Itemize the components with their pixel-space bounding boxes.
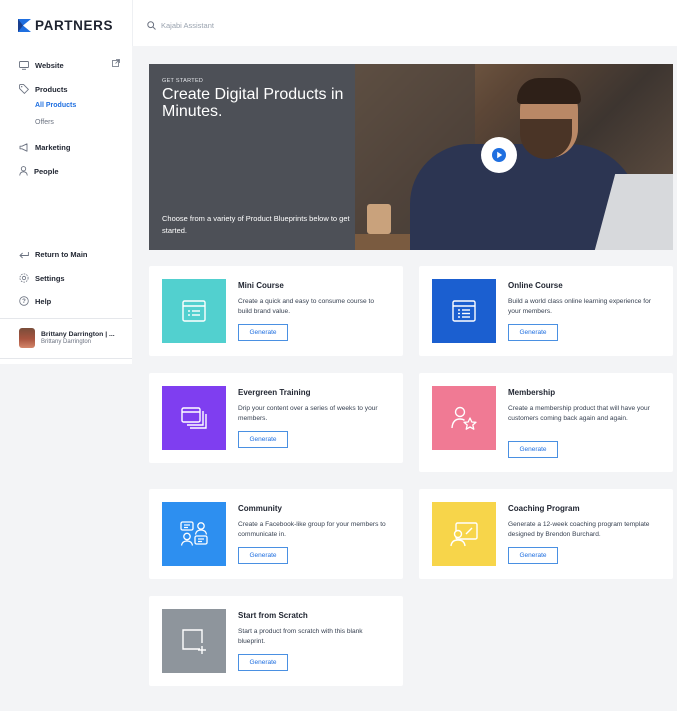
- avatar: [19, 328, 35, 348]
- blueprint-card-community: Community Create a Facebook-like group f…: [149, 489, 403, 579]
- sidebar-item-settings[interactable]: Settings: [19, 273, 65, 283]
- help-icon: ?: [19, 296, 29, 306]
- blueprint-card-online-course: Online Course Build a world class online…: [419, 266, 673, 356]
- blueprint-card-evergreen-training: Evergreen Training Drip your content ove…: [149, 373, 403, 463]
- kajabi-logo-icon: [18, 19, 31, 32]
- hero-title: Create Digital Products in Minutes.: [162, 86, 344, 120]
- card-title: Online Course: [508, 281, 563, 290]
- sidebar-item-label: Help: [35, 296, 52, 306]
- online-course-icon: [432, 279, 496, 343]
- top-bar: Kajabi Assistant: [132, 0, 677, 46]
- logo-text: PARTNERS: [35, 18, 114, 33]
- sidebar-item-help[interactable]: ? Help: [19, 296, 51, 306]
- generate-button[interactable]: Generate: [238, 654, 288, 671]
- evergreen-training-icon: [162, 386, 226, 450]
- generate-button[interactable]: Generate: [508, 324, 558, 341]
- start-from-scratch-icon: [162, 609, 226, 673]
- membership-icon: [432, 386, 496, 450]
- user-subtitle: Brittany Darrington: [41, 339, 92, 345]
- sidebar-item-label: Website: [35, 61, 64, 70]
- search-placeholder: Kajabi Assistant: [161, 21, 214, 30]
- card-title: Community: [238, 504, 282, 513]
- monitor-icon: [19, 61, 29, 70]
- blueprint-card-start-from-scratch: Start from Scratch Start a product from …: [149, 596, 403, 686]
- generate-button[interactable]: Generate: [508, 441, 558, 458]
- hero-eyebrow: GET STARTED: [162, 78, 204, 84]
- card-description: Start a product from scratch with this b…: [238, 628, 363, 645]
- card-description: Drip your content over a series of weeks…: [238, 405, 378, 422]
- sidebar-divider: [0, 358, 132, 359]
- card-title: Start from Scratch: [238, 611, 308, 620]
- sidebar-item-products[interactable]: Products: [19, 84, 68, 94]
- card-title: Mini Course: [238, 281, 284, 290]
- user-name: Brittany Darrington | ...: [41, 331, 115, 338]
- blueprint-card-coaching-program: Coaching Program Generate a 12-week coac…: [419, 489, 673, 579]
- sidebar-item-all-products[interactable]: All Products: [35, 102, 76, 109]
- return-to-main-link[interactable]: Return to Main: [19, 250, 88, 259]
- sidebar-item-website[interactable]: Website: [19, 61, 64, 70]
- card-description: Create a Facebook-like group for your me…: [238, 521, 386, 538]
- sidebar-item-marketing[interactable]: Marketing: [19, 143, 70, 152]
- generate-button[interactable]: Generate: [238, 324, 288, 341]
- gear-icon: [19, 273, 29, 283]
- card-description: Build a world class online learning expe…: [508, 298, 651, 315]
- generate-button[interactable]: Generate: [508, 547, 558, 564]
- sidebar-item-people[interactable]: People: [19, 166, 59, 176]
- person-icon: [19, 166, 28, 176]
- blueprint-card-mini-course: Mini Course Create a quick and easy to c…: [149, 266, 403, 356]
- card-description: Create a membership product that will ha…: [508, 405, 650, 422]
- coaching-program-icon: [432, 502, 496, 566]
- card-title: Evergreen Training: [238, 388, 311, 397]
- hero-description: Choose from a variety of Product Bluepri…: [162, 214, 350, 235]
- sidebar-item-label: People: [34, 166, 59, 176]
- card-description: Generate a 12-week coaching program temp…: [508, 521, 650, 538]
- play-video-button[interactable]: [481, 137, 517, 173]
- card-title: Coaching Program: [508, 504, 580, 513]
- sidebar-item-label: Settings: [35, 273, 65, 283]
- generate-button[interactable]: Generate: [238, 547, 288, 564]
- sidebar-item-label: Products: [35, 84, 68, 94]
- return-arrow-icon: [19, 251, 29, 258]
- sidebar-item-offers[interactable]: Offers: [35, 119, 54, 126]
- sidebar-empty-area: [0, 364, 132, 711]
- community-icon: [162, 502, 226, 566]
- search-input[interactable]: Kajabi Assistant: [147, 21, 214, 30]
- generate-button[interactable]: Generate: [238, 431, 288, 448]
- search-icon: [147, 21, 156, 30]
- megaphone-icon: [19, 143, 28, 152]
- sidebar-divider: [0, 318, 132, 319]
- return-to-main-label: Return to Main: [35, 250, 88, 259]
- blueprint-card-membership: Membership Create a membership product t…: [419, 373, 673, 472]
- card-title: Membership: [508, 388, 556, 397]
- play-icon: [492, 148, 506, 162]
- svg-text:?: ?: [22, 299, 26, 305]
- mini-course-icon: [162, 279, 226, 343]
- sidebar-item-label: Marketing: [35, 143, 71, 152]
- card-description: Create a quick and easy to consume cours…: [238, 298, 374, 315]
- partners-logo[interactable]: PARTNERS: [18, 18, 113, 33]
- user-account[interactable]: Brittany Darrington | ... Brittany Darri…: [19, 328, 115, 348]
- external-link-icon[interactable]: [112, 59, 120, 67]
- tag-icon: [19, 84, 29, 94]
